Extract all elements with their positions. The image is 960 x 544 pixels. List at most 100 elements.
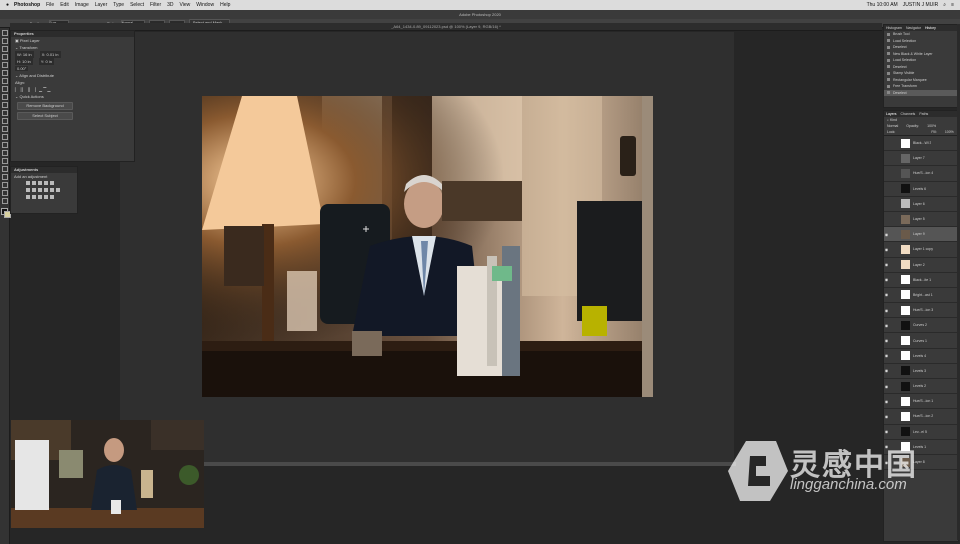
quick-actions-section[interactable]: ⌄ Quick Actions xyxy=(11,93,134,100)
threshold-icon[interactable] xyxy=(38,195,42,199)
layer-row[interactable]: Hue/S...ion 4 xyxy=(884,166,958,182)
search-icon[interactable]: ⌕ xyxy=(943,2,946,8)
visibility-eye-icon[interactable]: ◉ xyxy=(884,353,889,358)
menu-file[interactable]: File xyxy=(46,2,54,8)
menu-list-icon[interactable]: ≡ xyxy=(951,2,954,8)
app-menu[interactable]: Photoshop xyxy=(14,2,40,8)
layer-row[interactable]: ◉ Hue/S...ion 2 xyxy=(884,409,958,425)
layer-name[interactable]: Curves 2 xyxy=(913,323,927,327)
tab-paths[interactable]: Paths xyxy=(919,111,928,117)
layer-thumbnail[interactable] xyxy=(901,411,910,421)
filter-icon[interactable]: ⌕ xyxy=(887,118,889,122)
layer-name[interactable]: Layer 2 xyxy=(913,263,925,267)
menu-window[interactable]: Window xyxy=(196,2,214,8)
selective-color-icon[interactable] xyxy=(50,195,54,199)
layer-name[interactable]: Levels 4 xyxy=(913,354,926,358)
visibility-eye-icon[interactable]: ◉ xyxy=(884,323,889,328)
layer-row[interactable]: ◉ Curves 2 xyxy=(884,318,958,334)
layer-name[interactable]: Layer 6 xyxy=(913,202,925,206)
marquee-tool-icon[interactable] xyxy=(1,38,8,44)
width-field[interactable]: W: 16 in xyxy=(15,51,34,58)
layer-thumbnail[interactable] xyxy=(901,396,910,406)
layer-thumbnail[interactable] xyxy=(901,336,910,346)
document-photo[interactable] xyxy=(202,96,653,397)
layer-thumbnail[interactable] xyxy=(901,214,910,224)
menu-view[interactable]: View xyxy=(180,2,191,8)
layer-thumbnail[interactable] xyxy=(901,351,910,361)
menu-layer[interactable]: Layer xyxy=(95,2,108,8)
layer-row[interactable]: Layer 5 xyxy=(884,212,958,228)
history-item-selected[interactable]: Deselect xyxy=(884,89,958,96)
layer-row[interactable]: ◉ Bright...ast 1 xyxy=(884,288,958,304)
layer-name[interactable]: Hue/S...ion 3 xyxy=(913,308,933,312)
eyedropper-tool-icon[interactable] xyxy=(1,78,8,84)
select-subject-button[interactable]: Select Subject xyxy=(17,112,73,120)
menu-help[interactable]: Help xyxy=(220,2,230,8)
layer-thumbnail[interactable] xyxy=(901,184,910,194)
gradient-tool-icon[interactable] xyxy=(1,126,8,132)
crop-tool-icon[interactable] xyxy=(1,62,8,68)
layer-row[interactable]: ◉ Levels 4 xyxy=(884,349,958,364)
layer-row[interactable]: ◉ Levels 3 xyxy=(884,364,958,379)
kind-filter[interactable]: Kind xyxy=(890,118,897,122)
transform-section[interactable]: ⌄ Transform xyxy=(11,44,134,51)
healing-brush-tool-icon[interactable] xyxy=(1,86,8,92)
menu-filter[interactable]: Filter xyxy=(150,2,161,8)
pen-tool-icon[interactable] xyxy=(1,150,8,156)
layer-thumbnail[interactable] xyxy=(901,168,910,178)
menu-image[interactable]: Image xyxy=(75,2,89,8)
menu-3d[interactable]: 3D xyxy=(167,2,173,8)
blur-tool-icon[interactable] xyxy=(1,134,8,140)
layer-thumbnail[interactable] xyxy=(901,199,910,209)
more-tools-icon[interactable] xyxy=(1,198,8,204)
color-lookup-icon[interactable] xyxy=(56,188,60,192)
bw-icon[interactable] xyxy=(38,188,42,192)
brightness-icon[interactable] xyxy=(26,181,30,185)
visibility-eye-icon[interactable]: ◉ xyxy=(884,262,889,267)
curves-icon[interactable] xyxy=(38,181,42,185)
layer-row[interactable]: ◉ Black...ite 1 xyxy=(884,273,958,288)
layer-name[interactable]: Hue/S...ion 4 xyxy=(913,171,933,175)
dodge-tool-icon[interactable] xyxy=(1,142,8,148)
layer-row[interactable]: ◉ Curves 1 xyxy=(884,333,958,349)
visibility-eye-icon[interactable]: ◉ xyxy=(884,308,889,313)
move-tool-icon[interactable] xyxy=(1,30,8,36)
menu-select[interactable]: Select xyxy=(130,2,144,8)
layer-name[interactable]: Levels 3 xyxy=(913,369,926,373)
visibility-eye-icon[interactable]: ◉ xyxy=(884,292,889,297)
layer-name[interactable]: Curves 1 xyxy=(913,339,927,343)
layer-thumbnail[interactable] xyxy=(901,138,910,148)
tab-channels[interactable]: Channels xyxy=(901,111,916,117)
layer-row[interactable]: ◉ Layer 9 xyxy=(884,227,958,243)
menu-type[interactable]: Type xyxy=(113,2,124,8)
layer-row[interactable]: ◉ Hue/S...ion 1 xyxy=(884,394,958,410)
layer-row[interactable]: ◉ Layer 2 xyxy=(884,258,958,273)
photo-filter-icon[interactable] xyxy=(44,188,48,192)
layer-row[interactable]: Black...Wl 3 xyxy=(884,136,958,152)
shape-tool-icon[interactable] xyxy=(1,174,8,180)
layer-thumbnail[interactable] xyxy=(901,320,910,330)
x-field[interactable]: X: 0.01 in xyxy=(39,51,61,58)
visibility-eye-icon[interactable]: ◉ xyxy=(884,414,889,419)
layer-thumbnail[interactable] xyxy=(901,381,910,391)
type-tool-icon[interactable] xyxy=(1,158,8,164)
vibrance-icon[interactable] xyxy=(50,181,54,185)
layer-name[interactable]: Levels 6 xyxy=(913,187,926,191)
align-buttons[interactable]: ▏▕ ▏▕ ▏▕ ▁ ▔ ▁ xyxy=(11,86,134,93)
posterize-icon[interactable] xyxy=(32,195,36,199)
visibility-eye-icon[interactable]: ◉ xyxy=(884,277,889,282)
lasso-tool-icon[interactable] xyxy=(1,46,8,52)
layer-row[interactable]: ◉ Levels 2 xyxy=(884,379,958,395)
color-swatches[interactable] xyxy=(1,208,11,220)
layer-thumbnail[interactable] xyxy=(901,229,910,239)
layer-name[interactable]: Layer 1 copy xyxy=(913,247,933,251)
path-select-tool-icon[interactable] xyxy=(1,166,8,172)
layer-thumbnail[interactable] xyxy=(901,290,910,300)
visibility-eye-icon[interactable]: ◉ xyxy=(884,399,889,404)
layer-row[interactable]: Levels 6 xyxy=(884,182,958,197)
layer-thumbnail[interactable] xyxy=(901,366,910,376)
menu-edit[interactable]: Edit xyxy=(60,2,69,8)
levels-icon[interactable] xyxy=(32,181,36,185)
hand-tool-icon[interactable] xyxy=(1,182,8,188)
layer-name[interactable]: Bright...ast 1 xyxy=(913,293,933,297)
